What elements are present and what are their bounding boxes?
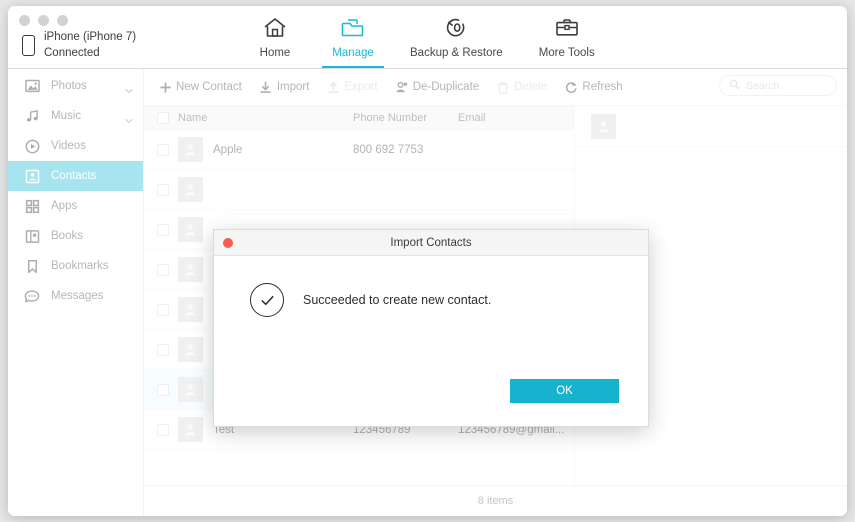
tab-manage-underline [322, 66, 384, 68]
app-root: iPhone (iPhone 7) Connected Home Manage … [0, 0, 855, 522]
device-name: iPhone (iPhone 7) [44, 31, 137, 43]
dialog-message: Succeeded to create new contact. [303, 293, 492, 307]
dialog-body: Succeeded to create new contact. OK [214, 256, 648, 426]
tab-more-tools-underline [529, 66, 605, 68]
folder-icon [341, 15, 365, 41]
tab-manage-label: Manage [332, 47, 374, 59]
close-button[interactable] [19, 15, 30, 26]
minimize-button[interactable] [38, 15, 49, 26]
import-contacts-dialog: Import Contacts Succeeded to create new … [213, 229, 649, 427]
tab-more-tools[interactable]: More Tools [521, 6, 613, 68]
tab-backup-restore[interactable]: Backup & Restore [392, 6, 521, 68]
dialog-title: Import Contacts [390, 236, 472, 249]
close-dot-icon[interactable] [223, 238, 233, 248]
backup-restore-icon [444, 15, 468, 41]
tab-backup-restore-underline [400, 66, 513, 68]
top-tabs: Home Manage Backup & Restore More Tools [236, 6, 613, 68]
window-controls[interactable] [19, 15, 68, 26]
tab-more-tools-label: More Tools [538, 47, 595, 59]
main-window: iPhone (iPhone 7) Connected Home Manage … [8, 6, 847, 516]
tab-backup-restore-label: Backup & Restore [410, 47, 503, 59]
titlebar: iPhone (iPhone 7) Connected Home Manage … [8, 6, 847, 69]
tab-home-underline [244, 66, 306, 68]
dialog-message-row: Succeeded to create new contact. [214, 256, 648, 317]
tab-home[interactable]: Home [236, 6, 314, 68]
phone-icon [22, 35, 35, 57]
device-text: iPhone (iPhone 7) Connected [44, 30, 136, 61]
success-check-icon [250, 283, 284, 317]
tab-manage[interactable]: Manage [314, 6, 392, 68]
window-body: Photos Music [8, 69, 847, 516]
home-icon [263, 15, 287, 41]
tab-home-label: Home [259, 47, 291, 59]
ok-button[interactable]: OK [510, 379, 619, 403]
dialog-titlebar: Import Contacts [214, 230, 648, 256]
maximize-button[interactable] [57, 15, 68, 26]
device-info: iPhone (iPhone 7) Connected [22, 30, 136, 61]
toolbox-icon [555, 15, 579, 41]
device-status: Connected [44, 46, 100, 59]
